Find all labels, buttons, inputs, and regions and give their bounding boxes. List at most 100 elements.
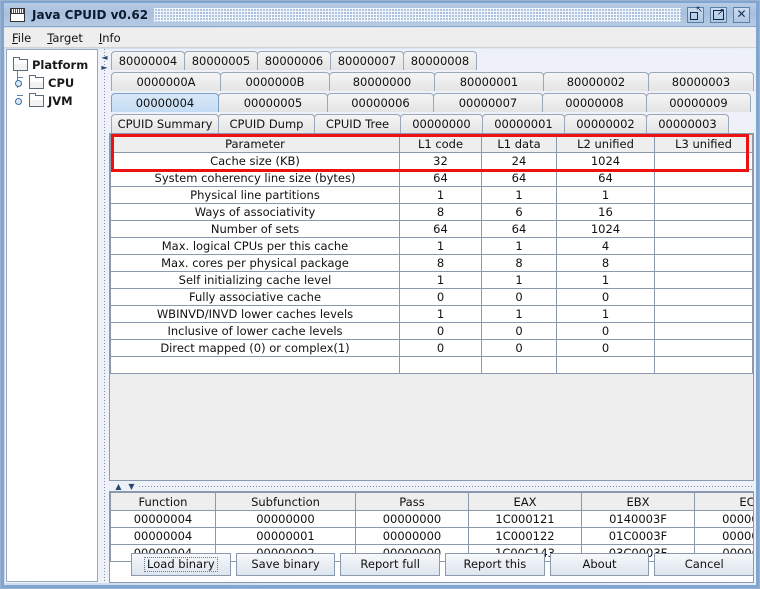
tab-00000005[interactable]: 00000005 <box>218 93 328 112</box>
table-cell[interactable]: 0 <box>399 339 482 357</box>
tab-0000000b[interactable]: 0000000B <box>220 72 330 91</box>
table-cell[interactable]: 00000000 <box>355 510 469 528</box>
table-cell[interactable]: 0 <box>556 322 655 340</box>
table-cell[interactable] <box>654 186 753 204</box>
table-cell[interactable]: 1024 <box>556 152 655 170</box>
tab-80000001[interactable]: 80000001 <box>434 72 544 91</box>
tab-00000002[interactable]: 00000002 <box>564 114 647 133</box>
save-binary-button[interactable]: Save binary <box>235 552 336 576</box>
table-cell[interactable] <box>654 203 753 221</box>
tab-80000005[interactable]: 80000005 <box>184 51 258 70</box>
table-cell[interactable] <box>481 356 557 374</box>
table-cell[interactable]: Self initializing cache level <box>110 271 400 289</box>
tree-item-platform[interactable]: Platform <box>13 56 97 74</box>
table-cell[interactable]: 1 <box>556 271 655 289</box>
table-cell[interactable]: 1 <box>481 271 557 289</box>
column-header[interactable]: Function <box>110 492 216 511</box>
table-cell[interactable]: 8 <box>481 254 557 272</box>
table-row[interactable]: 00000004 00000001 00000000 1C000122 01C0003F… <box>110 527 753 545</box>
table-cell[interactable]: System coherency line size (bytes) <box>110 169 400 187</box>
table-cell[interactable] <box>654 322 753 340</box>
tab-80000008[interactable]: 80000008 <box>403 51 477 70</box>
table-cell[interactable]: Cache size (KB) <box>110 152 400 170</box>
tree-item-jvm[interactable]: JVM <box>15 92 97 110</box>
expand-handle-icon[interactable] <box>15 98 22 105</box>
table-cell[interactable] <box>654 288 753 306</box>
table-cell[interactable]: 6 <box>481 203 557 221</box>
platform-tree-panel[interactable]: Platform CPU JVM <box>6 49 98 582</box>
expand-handle-icon[interactable] <box>15 80 22 87</box>
tab-00000009[interactable]: 00000009 <box>646 93 751 112</box>
menu-item-target[interactable]: Target <box>39 29 91 47</box>
column-header[interactable]: L1 data <box>481 134 557 153</box>
table-cell[interactable]: Direct mapped (0) or complex(1) <box>110 339 400 357</box>
table-cell[interactable]: 1 <box>481 237 557 255</box>
report-full-button[interactable]: Report full <box>340 552 441 576</box>
table-cell[interactable]: 64 <box>481 220 557 238</box>
table-cell[interactable]: 0 <box>481 288 557 306</box>
table-cell[interactable]: 1 <box>399 186 482 204</box>
table-cell[interactable]: Ways of associativity <box>110 203 400 221</box>
maximize-icon[interactable] <box>710 6 727 23</box>
table-cell[interactable]: 64 <box>399 169 482 187</box>
table-cell[interactable] <box>654 169 753 187</box>
table-cell[interactable]: 00000004 <box>110 527 216 545</box>
table-cell[interactable]: 1 <box>556 305 655 323</box>
table-cell[interactable]: 64 <box>556 169 655 187</box>
minimize-icon[interactable] <box>687 5 704 23</box>
table-row[interactable]: Self initializing cache level 1 1 1 <box>110 271 753 289</box>
column-header[interactable]: EBX <box>581 492 695 511</box>
column-header[interactable]: Pass <box>355 492 469 511</box>
table-cell[interactable]: Number of sets <box>110 220 400 238</box>
split-left-arrow-icon[interactable]: ◄ <box>100 53 109 62</box>
column-header[interactable]: L2 unified <box>556 134 655 153</box>
tab-80000007[interactable]: 80000007 <box>330 51 404 70</box>
table-row[interactable]: Fully associative cache 0 0 0 <box>110 288 753 306</box>
table-cell[interactable]: 32 <box>399 152 482 170</box>
table-cell[interactable]: Physical line partitions <box>110 186 400 204</box>
table-cell[interactable]: Max. logical CPUs per this cache <box>110 237 400 255</box>
table-cell[interactable]: 8 <box>399 254 482 272</box>
column-header[interactable]: Subfunction <box>215 492 356 511</box>
split-right-arrow-icon[interactable]: ► <box>100 63 109 72</box>
table-cell[interactable]: 0000003F <box>694 510 753 528</box>
table-cell[interactable]: Fully associative cache <box>110 288 400 306</box>
table-cell[interactable] <box>654 254 753 272</box>
table-cell[interactable]: 8 <box>556 254 655 272</box>
report-this-button[interactable]: Report this <box>445 552 545 576</box>
table-cell[interactable]: 00000000 <box>355 527 469 545</box>
menu-item-file[interactable]: File <box>4 29 39 47</box>
table-cell[interactable] <box>654 339 753 357</box>
tab-cpuid-tree[interactable]: CPUID Tree <box>314 114 401 133</box>
table-row[interactable] <box>110 356 753 374</box>
table-cell[interactable]: 0 <box>481 339 557 357</box>
tab-80000002[interactable]: 80000002 <box>543 72 649 91</box>
table-cell[interactable] <box>654 305 753 323</box>
table-cell[interactable] <box>654 237 753 255</box>
tab-00000001[interactable]: 00000001 <box>482 114 565 133</box>
column-header[interactable]: EAX <box>468 492 582 511</box>
table-row[interactable]: WBINVD/INVD lower caches levels 1 1 1 <box>110 305 753 323</box>
table-cell[interactable]: WBINVD/INVD lower caches levels <box>110 305 400 323</box>
table-cell[interactable]: 00000000 <box>215 510 356 528</box>
table-cell[interactable]: 0 <box>481 322 557 340</box>
table-row[interactable]: Physical line partitions 1 1 1 <box>110 186 753 204</box>
table-row[interactable]: Number of sets 64 64 1024 <box>110 220 753 238</box>
table-cell[interactable]: Max. cores per physical package <box>110 254 400 272</box>
split-up-arrow-icon[interactable]: ▲ <box>113 482 124 491</box>
table-cell[interactable]: 1 <box>481 305 557 323</box>
cancel-button[interactable]: Cancel <box>654 552 755 576</box>
table-cell[interactable] <box>654 220 753 238</box>
table-cell[interactable] <box>654 356 753 374</box>
table-cell[interactable]: 16 <box>556 203 655 221</box>
table-cell[interactable]: 24 <box>481 152 557 170</box>
tab-80000004[interactable]: 80000004 <box>111 51 185 70</box>
table-cell[interactable]: 0000003F <box>694 527 753 545</box>
table-cell[interactable]: 1 <box>399 305 482 323</box>
tab-00000004[interactable]: 00000004 <box>111 93 219 112</box>
tab-00000003[interactable]: 00000003 <box>646 114 729 133</box>
cache-parameters-table[interactable]: Parameter L1 code L1 data L2 unified L3 unif… <box>109 133 754 481</box>
close-icon[interactable]: ✕ <box>733 6 750 23</box>
column-header[interactable]: L1 code <box>399 134 482 153</box>
tab-00000006[interactable]: 00000006 <box>327 93 434 112</box>
